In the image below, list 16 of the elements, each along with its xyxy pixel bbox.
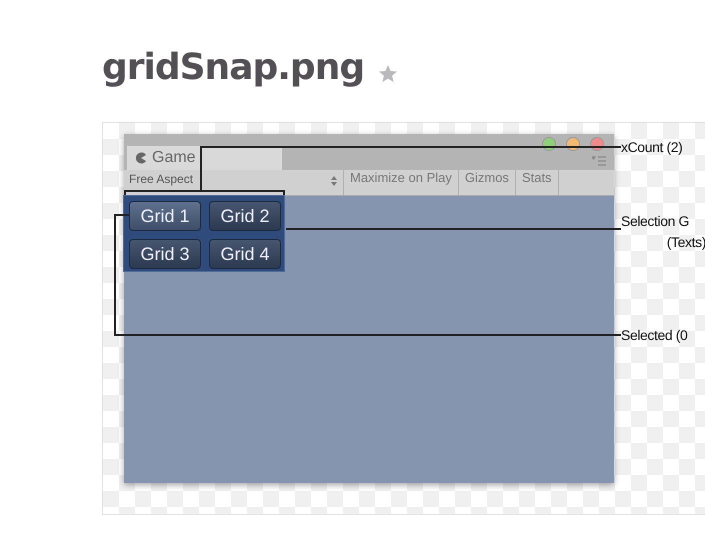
callout-label: Selected (0 (621, 326, 688, 345)
grid-button[interactable]: Grid 3 (129, 239, 201, 269)
grid-button[interactable]: Grid 2 (209, 201, 281, 231)
callout-label: xCount (2) (621, 138, 682, 157)
up-down-arrows-icon (331, 176, 337, 186)
toolbar-button[interactable]: Maximize on Play (344, 170, 459, 195)
callout-label: Selection G (621, 212, 689, 231)
page-title: gridSnap.png (102, 46, 364, 88)
pacman-icon (135, 152, 147, 164)
toolbar-button[interactable]: Gizmos (458, 170, 516, 195)
star-icon[interactable] (378, 64, 398, 84)
toolbar-button[interactable]: Stats (516, 170, 559, 195)
grid-button[interactable]: Grid 1 (129, 201, 201, 231)
game-tab[interactable]: Game (127, 146, 282, 170)
grid-button[interactable]: Grid 4 (209, 239, 281, 269)
callout-label: (Texts) (666, 233, 705, 252)
